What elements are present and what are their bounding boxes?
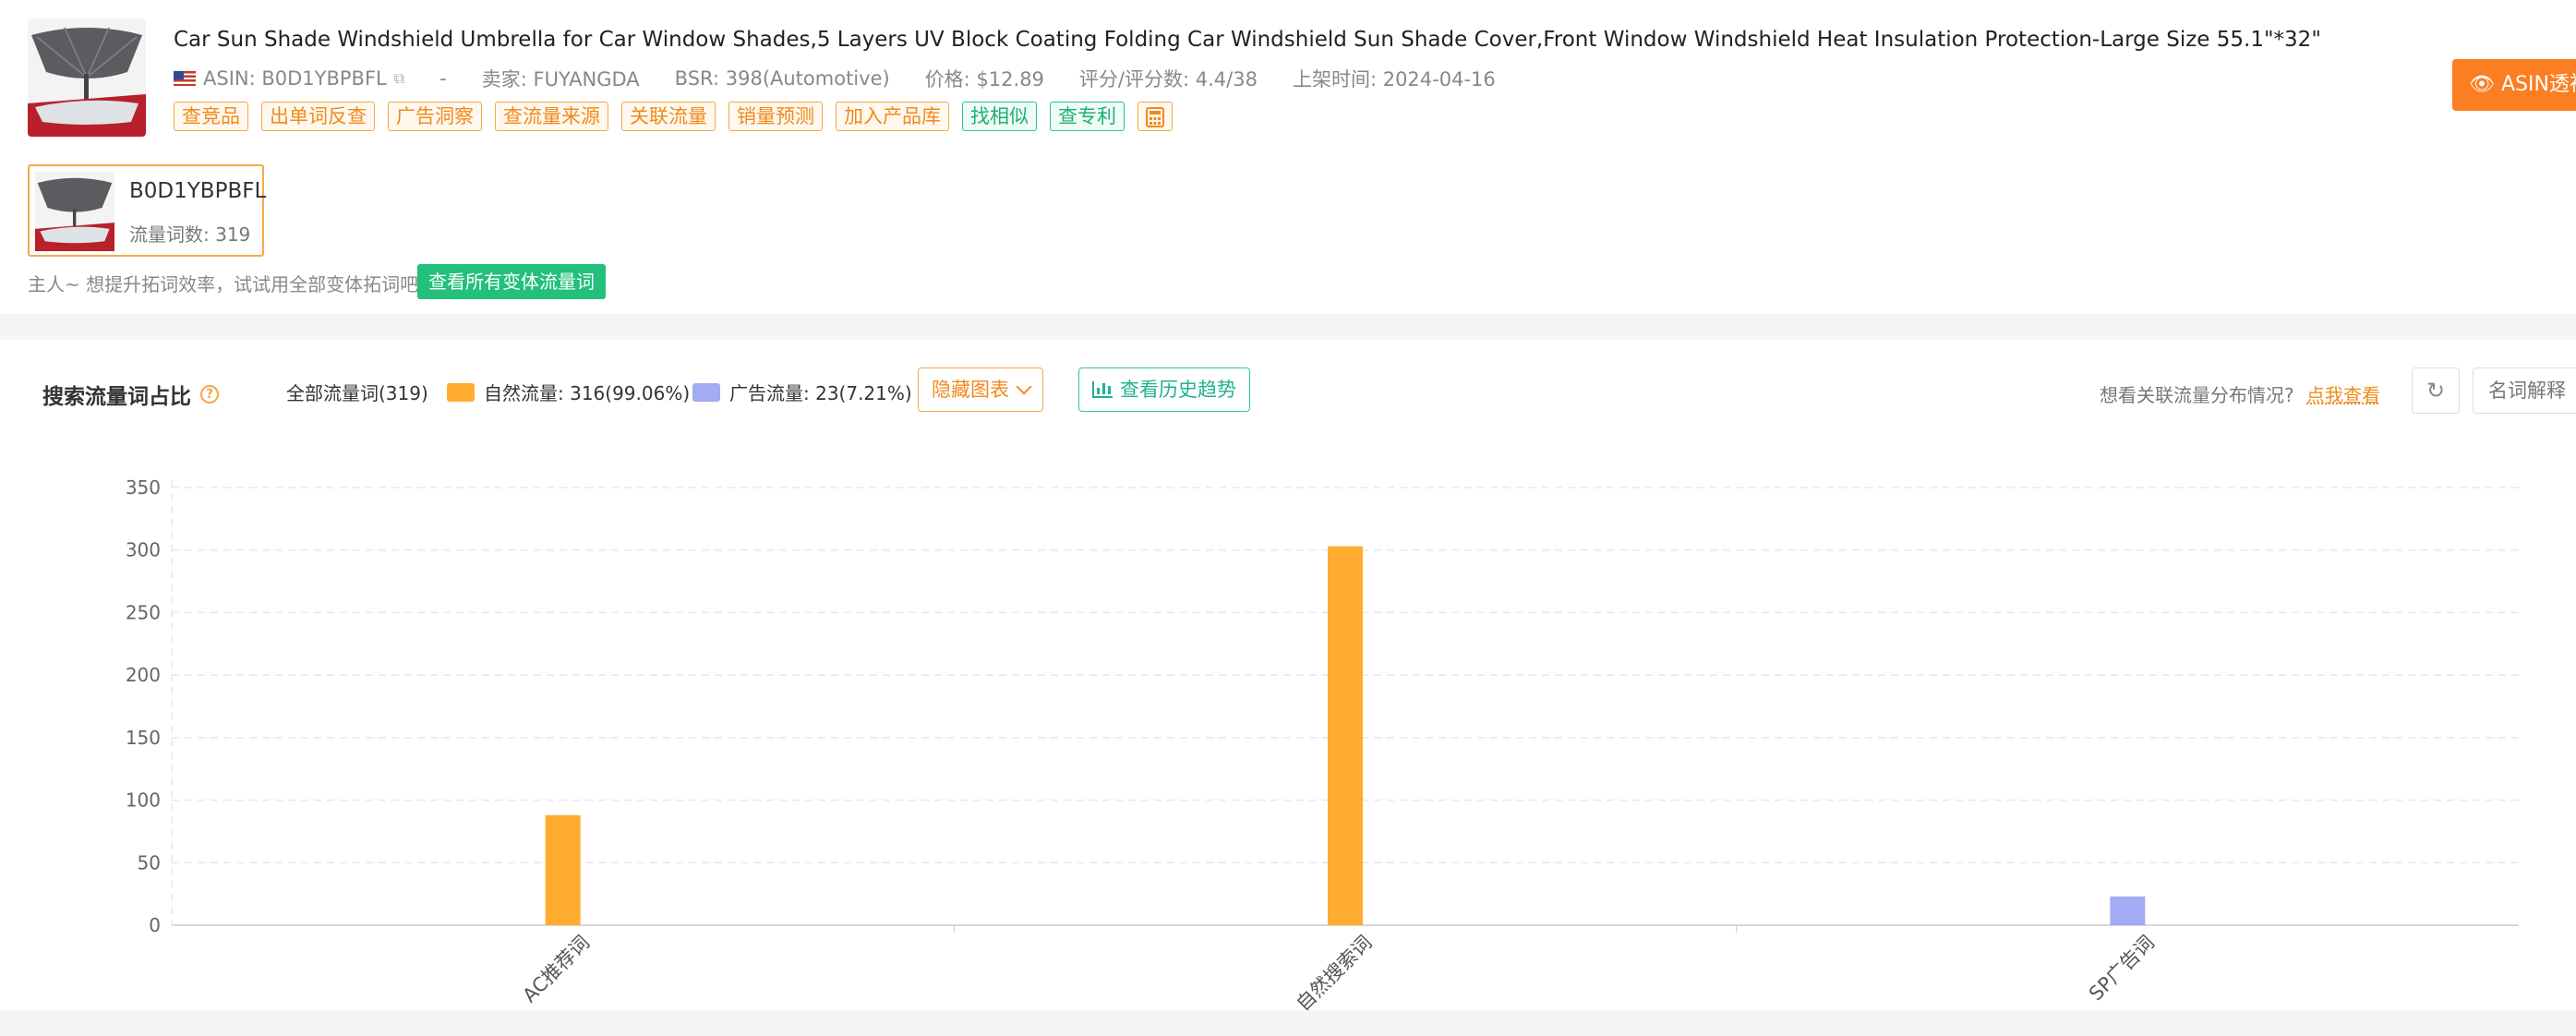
bsr-meta: BSR: 398(Automotive) xyxy=(674,67,890,90)
product-meta: ASIN: B0D1YBPBFL ⧉ - 卖家: FUYANGDA BSR: 3… xyxy=(174,65,1531,92)
asin-meta: ASIN: B0D1YBPBFL ⧉ xyxy=(174,67,404,90)
tag-order-keywords[interactable]: 出单词反查 xyxy=(261,102,375,131)
calculator-icon[interactable] xyxy=(1138,102,1173,131)
rating-meta: 评分/评分数: 4.4/38 xyxy=(1078,68,1258,90)
variant-card[interactable]: B0D1YBPBFL 流量词数: 319 xyxy=(28,164,267,257)
us-flag-icon xyxy=(174,71,196,86)
y-tick-label: 150 xyxy=(126,727,161,749)
listed-date-meta: 上架时间: 2024-04-16 xyxy=(1292,68,1496,90)
tag-competitors[interactable]: 查竞品 xyxy=(174,102,248,131)
asin-insight-button[interactable]: 👁 ASIN透视 xyxy=(2452,59,2576,111)
page-bottom-strip xyxy=(0,1010,2576,1036)
tag-related-traffic[interactable]: 关联流量 xyxy=(621,102,716,131)
asin-insight-label: ASIN透视 xyxy=(2500,73,2576,96)
x-axis: AC推荐词 自然搜索词 SP广告词 xyxy=(518,925,2159,1010)
bar-ad xyxy=(2110,896,2146,925)
tag-check-patent[interactable]: 查专利 xyxy=(1050,102,1125,131)
tag-ad-insight[interactable]: 广告洞察 xyxy=(388,102,482,131)
y-tick-label: 100 xyxy=(126,789,161,812)
product-title[interactable]: Car Sun Shade Windshield Umbrella for Ca… xyxy=(174,28,2321,52)
tag-find-similar[interactable]: 找相似 xyxy=(962,102,1037,131)
variant-traffic-count: 流量词数: 319 xyxy=(129,223,251,246)
variant-asin: B0D1YBPBFL xyxy=(129,179,267,203)
y-tick-label: 200 xyxy=(126,664,161,686)
y-tick-label: 50 xyxy=(138,851,161,873)
product-header: Car Sun Shade Windshield Umbrella for Ca… xyxy=(0,0,2576,314)
asin-text[interactable]: ASIN: B0D1YBPBFL xyxy=(203,67,387,90)
bar-natural xyxy=(545,814,581,925)
bar-natural xyxy=(1328,546,1363,925)
external-link-icon[interactable]: ⧉ xyxy=(394,69,404,88)
chart-bars xyxy=(545,546,2146,925)
tag-sales-forecast[interactable]: 销量预测 xyxy=(728,102,823,131)
variant-image xyxy=(35,172,114,251)
seller-meta: 卖家: FUYANGDA xyxy=(481,68,640,90)
x-category-label: 自然搜索词 xyxy=(1292,932,1376,1010)
y-tick-label: 300 xyxy=(126,539,161,561)
y-axis-ticks: 0 50 100 150 200 250 300 350 xyxy=(126,476,161,936)
tag-add-to-library[interactable]: 加入产品库 xyxy=(836,102,949,131)
x-category-label: AC推荐词 xyxy=(518,932,594,1007)
eye-icon: 👁 xyxy=(2469,73,2495,96)
traffic-bar-chart: 0 50 100 150 200 250 300 350 AC推荐词 自然搜索词 SP广告词 xyxy=(126,476,2519,1010)
variant-hint-text: 主人~ 想提升拓词效率，试试用全部变体拓词吧! xyxy=(28,273,427,295)
y-tick-label: 250 xyxy=(126,601,161,623)
product-image[interactable] xyxy=(28,18,146,137)
view-all-variants-button[interactable]: 查看所有变体流量词 xyxy=(417,264,606,299)
action-tags: 查竞品 出单词反查 广告洞察 查流量来源 关联流量 销量预测 加入产品库 找相似… xyxy=(174,102,1186,131)
tag-traffic-source[interactable]: 查流量来源 xyxy=(495,102,608,131)
price-meta: 价格: $12.89 xyxy=(924,68,1044,90)
meta-dash: - xyxy=(439,67,447,90)
traffic-chart-card: 搜索流量词占比 ? 全部流量词(319) 自然流量: 316(99.06%) 广… xyxy=(0,340,2576,1010)
x-category-label: SP广告词 xyxy=(2085,932,2159,1006)
y-tick-label: 350 xyxy=(126,476,161,499)
y-tick-label: 0 xyxy=(149,914,161,936)
